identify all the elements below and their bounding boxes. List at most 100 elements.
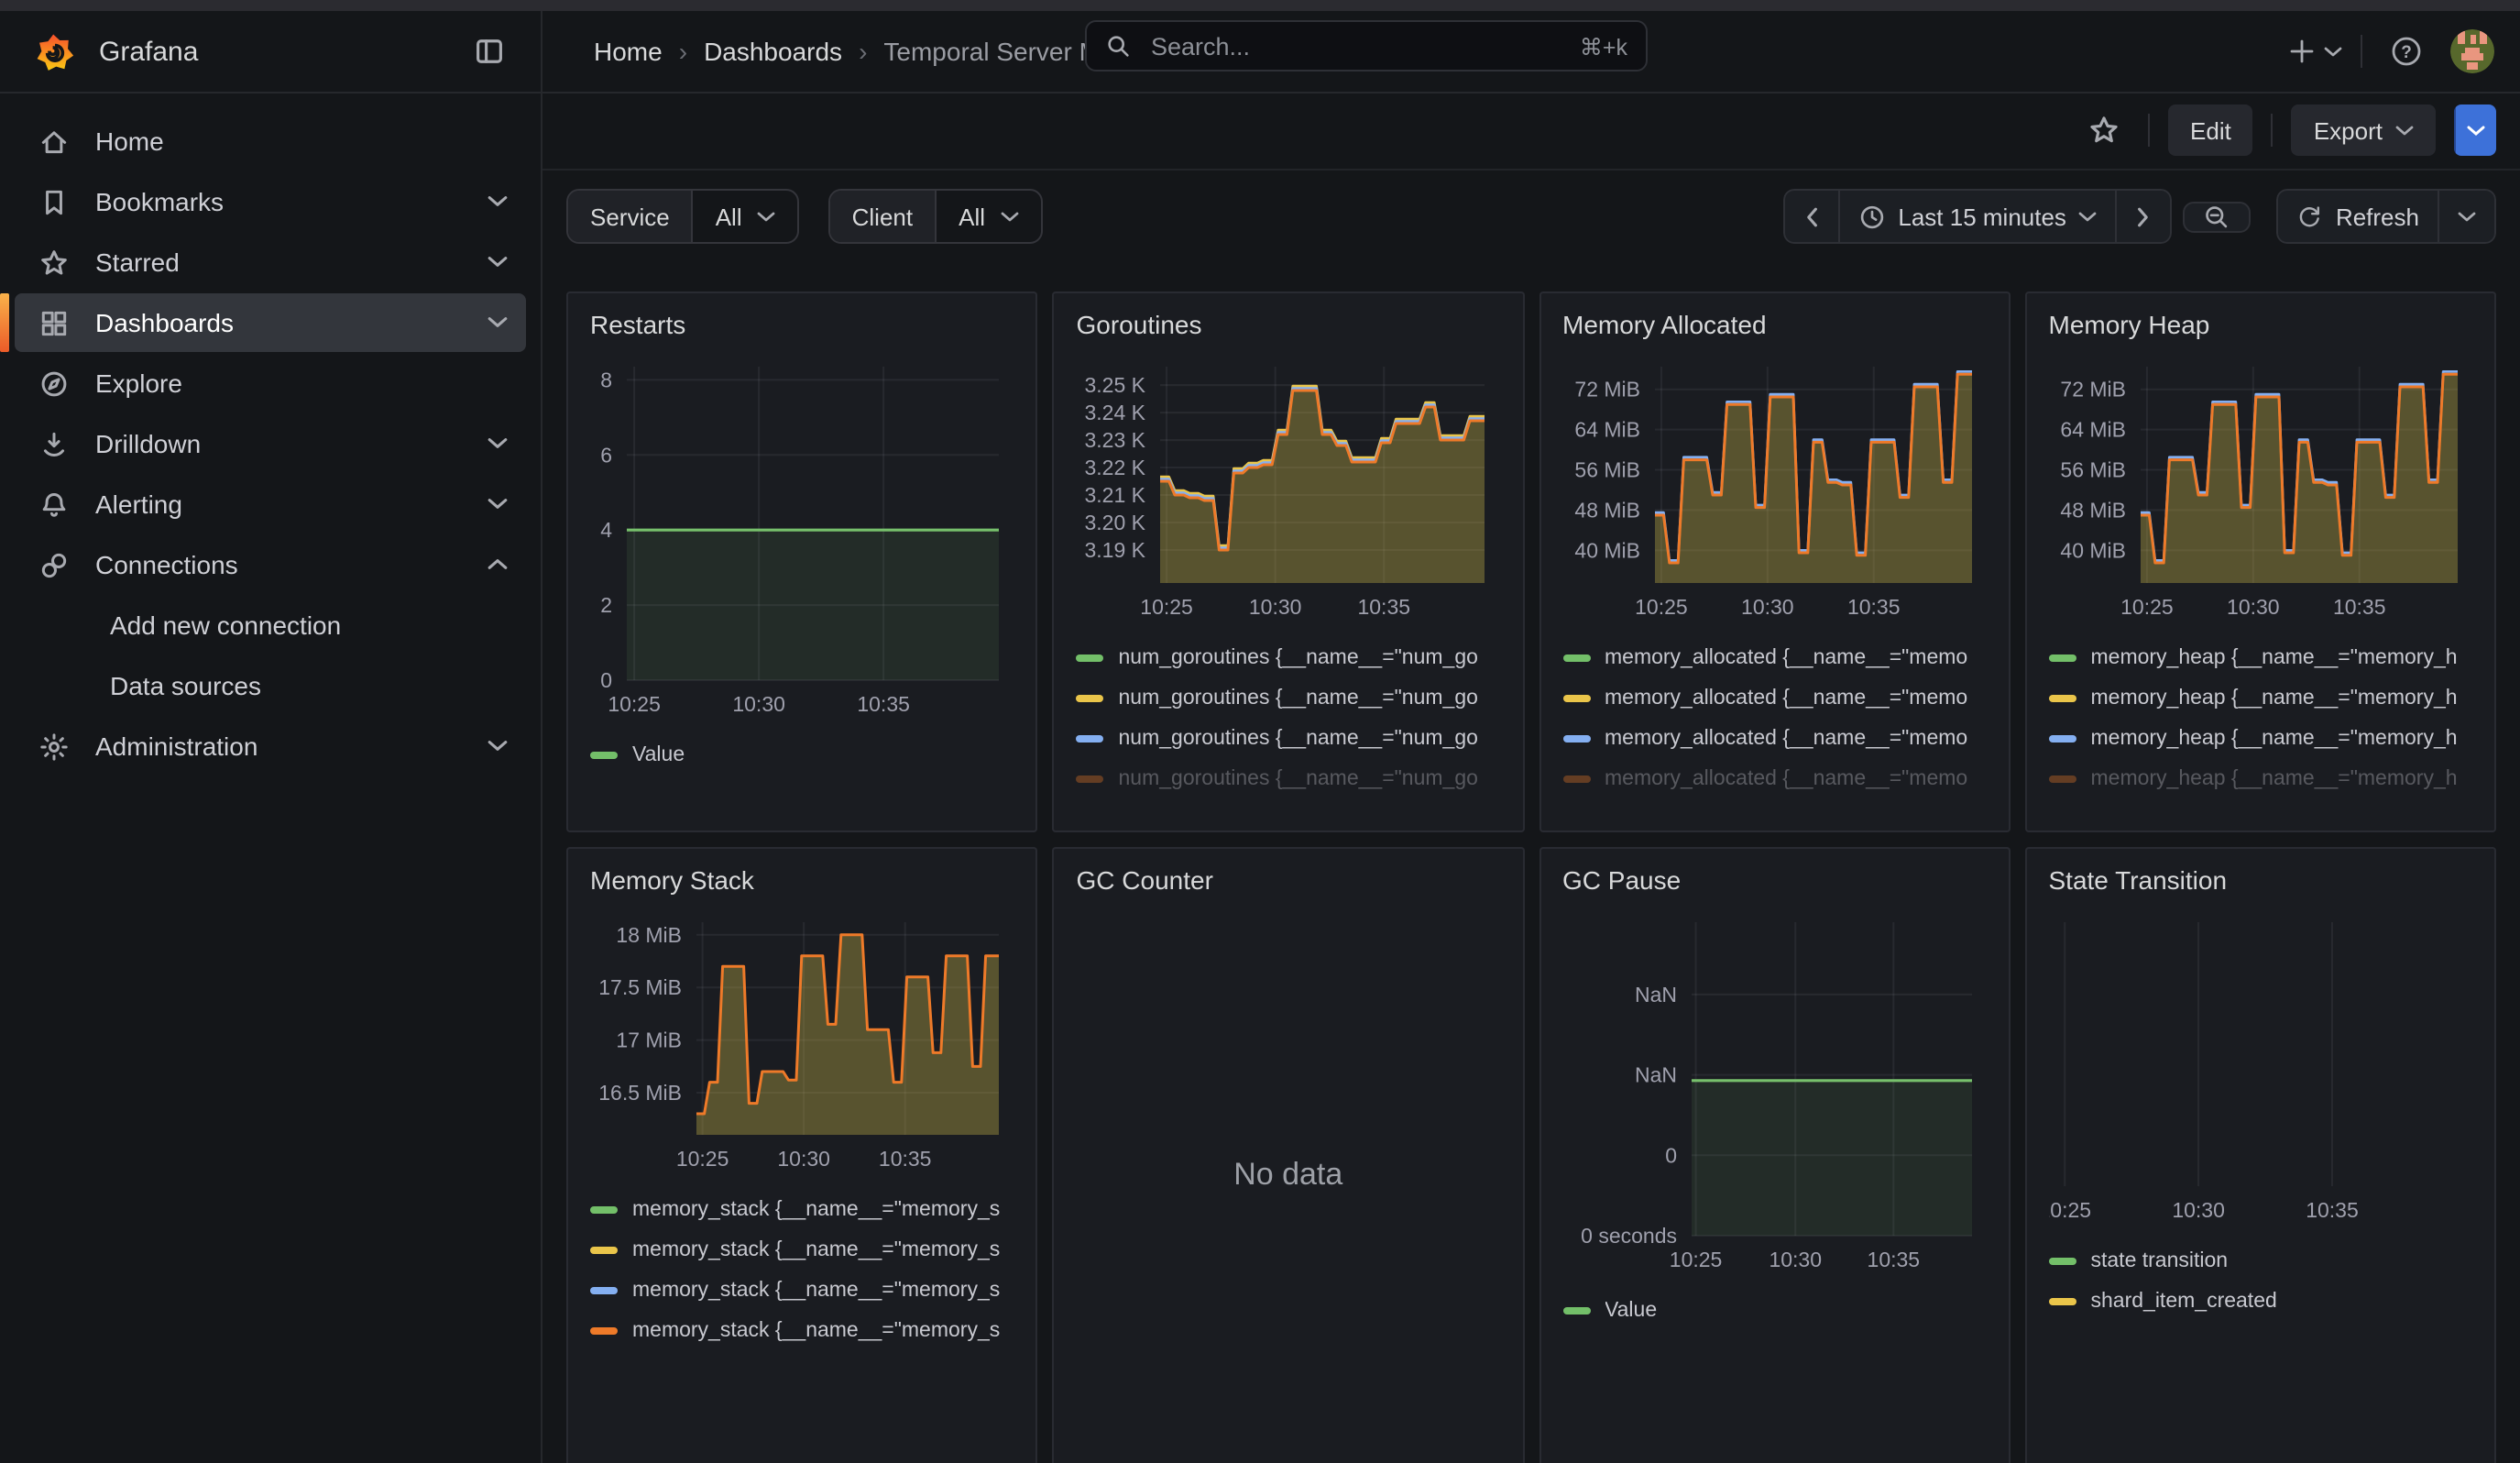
share-dropdown-button[interactable] (2454, 104, 2496, 156)
legend-item[interactable]: memory_stack {__name__="memory_s (590, 1318, 1014, 1344)
toolbar-divider (2148, 114, 2150, 147)
legend-color-dash (590, 1247, 618, 1254)
panel-title[interactable]: Goroutines (1055, 293, 1523, 345)
star-icon[interactable] (2078, 104, 2130, 156)
service-variable-select[interactable]: All (694, 191, 797, 242)
client-variable: Client All (828, 189, 1042, 244)
search-box[interactable]: ⌘+k (1085, 20, 1648, 72)
legend-item[interactable]: memory_allocated {__name__="memo (1562, 766, 1987, 792)
time-shift-forward-button[interactable] (2116, 189, 2173, 244)
service-variable-label: Service (568, 191, 694, 242)
svg-text:10:25: 10:25 (1669, 1248, 1722, 1271)
panel-title[interactable]: Memory Allocated (1540, 293, 2009, 345)
chevron-down-icon (757, 210, 775, 223)
legend-label: memory_allocated {__name__="memo (1605, 688, 1967, 710)
sidebar-item-explore[interactable]: Explore (15, 354, 526, 412)
time-range-picker[interactable]: Last 15 minutes (1837, 189, 2116, 244)
legend-color-dash (2049, 695, 2076, 702)
legend-item[interactable]: Value (590, 742, 1014, 768)
legend-item[interactable]: memory_stack {__name__="memory_s (590, 1238, 1014, 1263)
search-input[interactable] (1147, 30, 1580, 61)
svg-text:NaN: NaN (1634, 983, 1676, 1006)
legend-item[interactable]: num_goroutines {__name__="num_go (1077, 726, 1501, 752)
panel-title[interactable]: Memory Stack (568, 849, 1036, 900)
export-button[interactable]: Export (2292, 104, 2436, 156)
sidebar-item-home[interactable]: Home (15, 112, 526, 170)
panel-title[interactable]: GC Pause (1540, 849, 2009, 900)
legend-item[interactable]: memory_heap {__name__="memory_h (2049, 686, 2473, 711)
chevron-left-icon (1802, 206, 1819, 226)
svg-text:10:30: 10:30 (2227, 595, 2280, 619)
legend-item[interactable]: memory_stack {__name__="memory_s (590, 1197, 1014, 1223)
legend-label: memory_allocated {__name__="memo (1605, 728, 1967, 750)
legend-item[interactable]: memory_stack {__name__="memory_s (590, 1278, 1014, 1304)
legend-item[interactable]: memory_allocated {__name__="memo (1562, 726, 1987, 752)
search-hotkey: ⌘+k (1580, 32, 1627, 60)
legend-item[interactable]: num_goroutines {__name__="num_go (1077, 645, 1501, 671)
legend-label: memory_heap {__name__="memory_h (2091, 768, 2458, 790)
legend-item[interactable]: shard_item_created (2049, 1289, 2473, 1314)
sidebar-collapse-icon[interactable] (464, 26, 515, 77)
legend-item[interactable]: num_goroutines {__name__="num_go (1077, 766, 1501, 792)
toolbar-divider (2272, 114, 2273, 147)
memory-heap-chart: 72 MiB64 MiB56 MiB48 MiB40 MiB10:2510:30… (2049, 352, 2473, 631)
legend-item[interactable]: memory_allocated {__name__="memo (1562, 686, 1987, 711)
breadcrumb-home[interactable]: Home (594, 37, 663, 66)
chevron-down-icon[interactable] (488, 315, 508, 330)
sidebar-item-starred[interactable]: Starred (15, 233, 526, 292)
edit-button[interactable]: Edit (2168, 104, 2253, 156)
panel-title[interactable]: State Transition (2027, 849, 2495, 900)
panel-memory-allocated: Memory Allocated 72 MiB64 MiB56 MiB48 Mi… (1539, 292, 2011, 832)
legend-label: state transition (2091, 1250, 2229, 1272)
legend-label: num_goroutines {__name__="num_go (1119, 768, 1478, 790)
svg-text:17 MiB: 17 MiB (616, 1028, 682, 1052)
chevron-down-icon[interactable] (488, 194, 508, 209)
legend-item[interactable]: state transition (2049, 1248, 2473, 1274)
chevron-up-icon[interactable] (488, 557, 508, 572)
chevron-down-icon[interactable] (488, 497, 508, 512)
breadcrumb-separator: › (679, 37, 687, 66)
sidebar-item-alerting[interactable]: Alerting (15, 475, 526, 534)
brand-area: Grafana (0, 11, 542, 92)
panel-title[interactable]: Memory Heap (2027, 293, 2495, 345)
compass-icon (37, 368, 70, 399)
breadcrumb-dashboards[interactable]: Dashboards (704, 37, 842, 66)
sidebar-item-administration[interactable]: Administration (15, 717, 526, 776)
svg-text:?: ? (2401, 43, 2412, 62)
legend-label: shard_item_created (2091, 1291, 2277, 1313)
legend-item[interactable]: memory_heap {__name__="memory_h (2049, 645, 2473, 671)
legend-item[interactable]: memory_allocated {__name__="memo (1562, 645, 1987, 671)
service-variable: Service All (566, 189, 799, 244)
chevron-down-icon[interactable] (488, 255, 508, 270)
sidebar-item-data-sources[interactable]: Data sources (15, 656, 526, 715)
svg-text:10:35: 10:35 (2332, 595, 2385, 619)
sidebar-item-label: Starred (95, 248, 462, 277)
sidebar-item-label: Alerting (95, 490, 462, 519)
client-variable-select[interactable]: All (937, 191, 1040, 242)
panel-title[interactable]: Restarts (568, 293, 1036, 345)
refresh-interval-dropdown[interactable] (2438, 189, 2496, 244)
avatar[interactable] (2450, 29, 2494, 73)
legend-item[interactable]: memory_heap {__name__="memory_h (2049, 766, 2473, 792)
legend-item[interactable]: num_goroutines {__name__="num_go (1077, 686, 1501, 711)
help-icon[interactable]: ? (2381, 26, 2432, 77)
svg-text:10:30: 10:30 (1768, 1248, 1821, 1271)
refresh-button[interactable]: Refresh (2277, 189, 2438, 244)
sidebar-item-dashboards[interactable]: Dashboards (15, 293, 526, 352)
sidebar-item-bookmarks[interactable]: Bookmarks (15, 172, 526, 231)
chevron-down-icon (2324, 45, 2342, 58)
chevron-down-icon (2079, 210, 2098, 223)
sidebar-item-add-new-connection[interactable]: Add new connection (15, 596, 526, 654)
zoom-out-button[interactable] (2184, 201, 2252, 232)
sidebar-item-connections[interactable]: Connections (15, 535, 526, 594)
legend-item[interactable]: memory_heap {__name__="memory_h (2049, 726, 2473, 752)
panel-title[interactable]: GC Counter (1055, 849, 1523, 900)
sidebar-nav: Home Bookmarks Starred Dashboards Explor… (0, 92, 542, 1463)
svg-text:10:30: 10:30 (1249, 595, 1302, 619)
add-new-button[interactable] (2287, 37, 2342, 66)
chevron-down-icon[interactable] (488, 739, 508, 754)
chevron-down-icon[interactable] (488, 436, 508, 451)
legend-item[interactable]: Value (1562, 1298, 1987, 1324)
sidebar-item-drilldown[interactable]: Drilldown (15, 414, 526, 473)
time-shift-back-button[interactable] (1782, 189, 1837, 244)
